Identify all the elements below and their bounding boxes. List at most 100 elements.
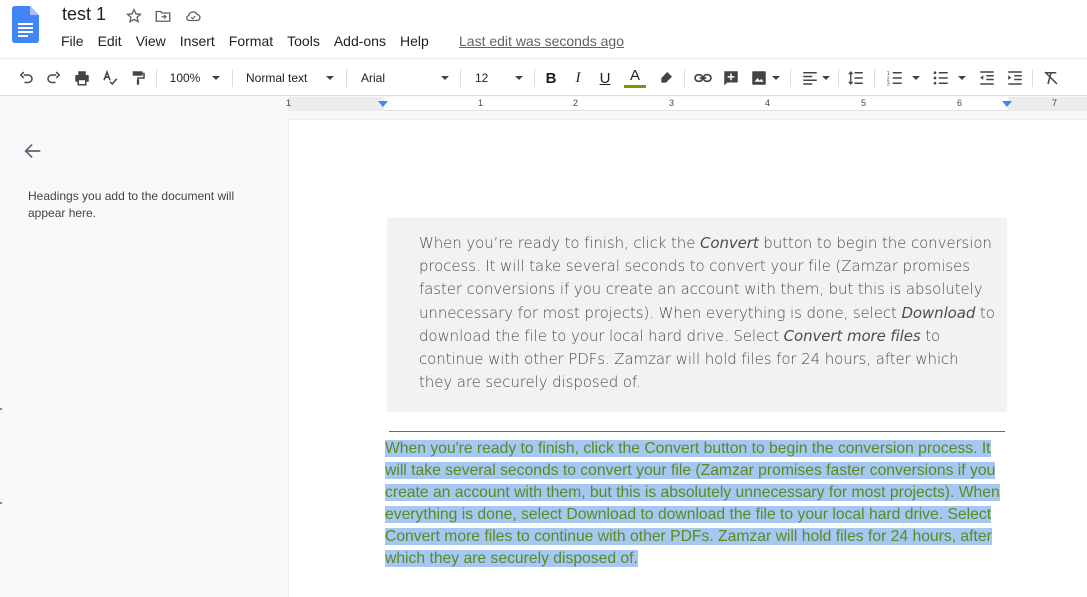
ruler-right-margin xyxy=(1008,97,1087,111)
move-to-folder-icon[interactable] xyxy=(153,6,173,26)
italic-icon: I xyxy=(575,69,581,86)
outline-empty-hint: Headings you add to the document will ap… xyxy=(28,189,235,220)
text-color-icon: A xyxy=(629,67,640,84)
document-outline-panel: Headings you add to the document will ap… xyxy=(0,112,288,597)
menu-format[interactable]: Format xyxy=(229,33,273,49)
menu-edit[interactable]: Edit xyxy=(98,33,122,49)
pasted-image-block[interactable]: When you’re ready to finish, click the C… xyxy=(387,218,1007,412)
google-docs-window: test 1 File Edit View Insert Format Tool… xyxy=(0,0,1087,597)
line-spacing-icon[interactable] xyxy=(845,67,867,89)
horizontal-rule xyxy=(389,431,1005,432)
underline-button[interactable]: U xyxy=(594,67,616,89)
image-text-emphasis: Convert xyxy=(700,234,759,252)
image-text-segment: When you’re ready to finish, click the xyxy=(419,234,701,252)
font-size-value: 12 xyxy=(475,71,489,85)
align-button[interactable] xyxy=(798,67,832,89)
edge-marker xyxy=(0,502,2,504)
image-text-emphasis: Download xyxy=(901,303,976,322)
zoom-select[interactable]: 100% xyxy=(164,67,226,89)
chevron-down-icon xyxy=(821,76,830,80)
docs-logo-icon[interactable] xyxy=(12,6,39,43)
toolbar-divider xyxy=(1032,69,1033,87)
menu-help[interactable]: Help xyxy=(400,33,429,49)
toolbar-divider xyxy=(874,69,875,87)
edge-marker xyxy=(0,408,2,410)
menu-bar: File Edit View Insert Format Tools Add-o… xyxy=(61,33,443,49)
menu-tools[interactable]: Tools xyxy=(287,33,320,49)
align-left-icon xyxy=(802,72,817,85)
font-family-select[interactable]: Arial xyxy=(355,67,453,89)
spellcheck-icon[interactable] xyxy=(99,67,121,89)
ruler-number: 7 xyxy=(1052,98,1058,108)
paragraph-style-value: Normal text xyxy=(246,71,308,85)
ruler-number: 1 xyxy=(286,98,292,108)
ruler-number: 3 xyxy=(669,98,675,108)
insert-image-button[interactable] xyxy=(748,67,782,89)
selected-paragraph[interactable]: When you're ready to finish, click the C… xyxy=(385,438,1015,570)
last-edit-link[interactable]: Last edit was seconds ago xyxy=(459,33,624,49)
close-outline-arrow-icon[interactable] xyxy=(22,140,44,162)
star-icon[interactable] xyxy=(124,6,144,26)
bulleted-list-button[interactable] xyxy=(928,67,970,89)
print-icon[interactable] xyxy=(71,67,93,89)
ruler-number: 1 xyxy=(478,98,484,108)
selected-text[interactable]: When you're ready to finish, click the C… xyxy=(385,440,1000,567)
document-page[interactable]: When you’re ready to finish, click the C… xyxy=(289,120,1087,597)
underline-icon: U xyxy=(599,69,611,87)
menu-view[interactable]: View xyxy=(136,33,166,49)
text-color-swatch xyxy=(624,85,646,88)
ruler-number: 6 xyxy=(957,98,963,108)
insert-link-icon[interactable] xyxy=(692,67,714,89)
toolbar-divider xyxy=(534,69,535,87)
toolbar-divider xyxy=(346,69,347,87)
ruler-track: 1 1 2 3 4 5 6 7 xyxy=(286,97,1087,111)
toolbar-divider xyxy=(156,69,157,87)
image-paragraph: When you’re ready to finish, click the C… xyxy=(419,232,995,394)
chevron-down-icon xyxy=(441,76,449,80)
ruler-number: 4 xyxy=(765,98,771,108)
decrease-indent-icon[interactable] xyxy=(976,67,998,89)
numbered-list-button[interactable]: 123 xyxy=(882,67,924,89)
highlight-color-icon[interactable] xyxy=(655,67,677,89)
left-indent-marker[interactable] xyxy=(378,101,388,107)
chevron-down-icon xyxy=(515,76,523,80)
formatting-toolbar: 100% Normal text Arial 12 B I U A 1 2 3 xyxy=(0,58,1087,96)
paint-format-icon[interactable] xyxy=(127,67,149,89)
chevron-down-icon xyxy=(912,76,920,80)
numbered-list-icon: 123 xyxy=(887,71,902,88)
image-text-emphasis: Convert more files xyxy=(783,326,921,345)
chevron-down-icon xyxy=(772,76,780,80)
zoom-value: 100% xyxy=(169,71,201,85)
redo-icon[interactable] xyxy=(43,67,65,89)
menu-add-ons[interactable]: Add-ons xyxy=(334,33,386,49)
insert-comment-icon[interactable] xyxy=(720,67,742,89)
toolbar-divider xyxy=(232,69,233,87)
clear-formatting-icon[interactable] xyxy=(1040,67,1062,89)
title-bar: test 1 File Edit View Insert Format Tool… xyxy=(0,0,1087,58)
text-color-button[interactable]: A xyxy=(622,67,648,89)
italic-button[interactable]: I xyxy=(567,67,589,89)
ruler-number: 2 xyxy=(573,98,579,108)
cloud-saved-icon[interactable] xyxy=(183,6,203,26)
bulleted-list-icon xyxy=(933,71,948,85)
horizontal-ruler: 1 1 2 3 4 5 6 7 xyxy=(0,97,1087,111)
ruler-number: 5 xyxy=(861,98,867,108)
toolbar-divider xyxy=(790,69,791,87)
font-family-value: Arial xyxy=(361,71,386,85)
increase-indent-icon[interactable] xyxy=(1004,67,1026,89)
toolbar-divider xyxy=(684,69,685,87)
menu-insert[interactable]: Insert xyxy=(180,33,215,49)
menu-file[interactable]: File xyxy=(61,33,84,49)
document-title[interactable]: test 1 xyxy=(62,4,106,25)
right-indent-marker[interactable] xyxy=(1002,101,1012,107)
ruler-left-margin xyxy=(288,97,384,111)
chevron-down-icon xyxy=(958,76,966,80)
paragraph-style-select[interactable]: Normal text xyxy=(240,67,338,89)
toolbar-divider xyxy=(460,69,461,87)
svg-text:3: 3 xyxy=(887,82,890,88)
bold-button[interactable]: B xyxy=(540,67,562,89)
bold-icon: B xyxy=(545,69,557,87)
chevron-down-icon xyxy=(326,76,334,80)
undo-icon[interactable] xyxy=(15,67,37,89)
font-size-select[interactable]: 12 xyxy=(467,67,527,89)
